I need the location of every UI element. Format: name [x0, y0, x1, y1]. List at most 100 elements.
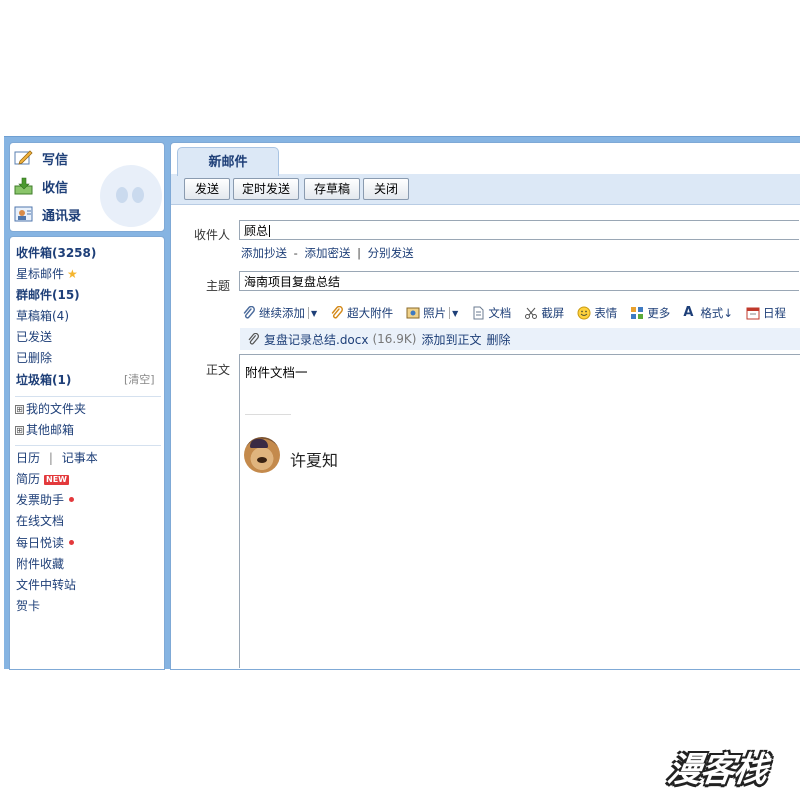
attachment-size: (16.9K): [372, 332, 417, 346]
folder-inbox[interactable]: 收件箱(3258): [16, 243, 96, 263]
close-button[interactable]: 关闭: [363, 178, 409, 200]
document-button[interactable]: 文档: [471, 305, 511, 321]
scheduled-send-button[interactable]: 定时发送: [233, 178, 299, 200]
chevron-down-icon[interactable]: ▼: [311, 309, 317, 318]
format-label: 格式↓: [700, 306, 733, 320]
notification-dot-icon: [69, 540, 75, 545]
tool-file-transfer[interactable]: 文件中转站: [16, 575, 76, 595]
emoji-label: 表情: [594, 306, 618, 320]
contacts-label: 通讯录: [42, 208, 82, 224]
link-separator: |: [357, 246, 361, 260]
receive-link[interactable]: 收信: [14, 174, 68, 198]
folder-starred[interactable]: 星标邮件 ★: [16, 264, 78, 284]
recipient-label: 收件人: [193, 228, 230, 242]
schedule-button[interactable]: 日程: [746, 305, 786, 321]
tool-invoice-label: 发票助手: [16, 493, 65, 507]
tool-greeting-card[interactable]: 贺卡: [16, 596, 40, 616]
recipient-value: 顾总: [244, 224, 269, 238]
tool-resume[interactable]: 简历 NEW: [16, 469, 69, 489]
expand-icon[interactable]: ⊞: [15, 426, 24, 435]
continue-add-button[interactable]: 继续添加 ▼: [242, 305, 317, 321]
tool-notebook[interactable]: 记事本: [62, 451, 98, 465]
recipient-options: 添加抄送 - 添加密送 | 分别发送: [241, 245, 414, 261]
contacts-link[interactable]: 通讯录: [14, 202, 81, 226]
tool-daily-read-label: 每日悦读: [16, 536, 65, 550]
separate-send-link[interactable]: 分别发送: [368, 246, 414, 260]
signature-divider: [245, 414, 291, 415]
body-text: 附件文档一: [245, 365, 308, 380]
subject-field[interactable]: 海南项目复盘总结: [239, 271, 799, 291]
document-label: 文档: [488, 306, 512, 320]
grid-icon: [630, 306, 644, 320]
link-separator: -: [293, 246, 298, 260]
folder-drafts[interactable]: 草稿箱(4): [16, 306, 69, 326]
tool-invoice[interactable]: 发票助手: [16, 490, 75, 510]
tool-attach-fav[interactable]: 附件收藏: [16, 554, 64, 574]
continue-add-label: 继续添加: [259, 306, 305, 320]
photo-button[interactable]: 照片 ▼: [406, 305, 458, 321]
more-label: 更多: [647, 306, 671, 320]
divider: [449, 307, 451, 319]
smiley-icon: [577, 306, 591, 320]
tool-calendar[interactable]: 日历: [16, 451, 40, 465]
qq-penguin-watermark-icon: [100, 165, 162, 227]
folder-deleted[interactable]: 已删除: [16, 348, 52, 368]
site-watermark: 漫客栈: [664, 750, 770, 790]
signature-name: 许夏知: [290, 451, 339, 470]
body-label: 正文: [205, 363, 230, 377]
save-draft-button[interactable]: 存草稿: [304, 178, 360, 200]
notification-dot-icon: [69, 497, 75, 502]
photo-label: 照片: [423, 306, 447, 320]
tab-new-mail[interactable]: 新邮件: [177, 147, 279, 176]
delete-attachment-link[interactable]: 删除: [486, 331, 510, 348]
compose-label: 写信: [42, 152, 69, 168]
add-bcc-link[interactable]: 添加密送: [304, 246, 350, 260]
paperclip-icon: [242, 305, 256, 320]
screenshot-label: 截屏: [541, 306, 565, 320]
group-my-folders[interactable]: ⊞ 我的文件夹: [15, 399, 86, 419]
divider: [15, 445, 161, 446]
scissors-icon: [524, 306, 538, 320]
photo-icon: [406, 306, 420, 320]
more-button[interactable]: 更多: [630, 305, 670, 321]
compose-link[interactable]: 写信: [14, 146, 68, 170]
body-editor[interactable]: 附件文档一: [239, 354, 800, 668]
add-to-body-link[interactable]: 添加到正文: [421, 331, 481, 348]
star-icon: ★: [67, 267, 78, 281]
folder-sent[interactable]: 已发送: [16, 327, 52, 347]
paperclip-icon: [247, 332, 260, 346]
add-cc-link[interactable]: 添加抄送: [241, 246, 287, 260]
group-other-mailboxes[interactable]: ⊞ 其他邮箱: [15, 420, 74, 440]
text-caret: [269, 225, 271, 237]
folder-starred-label: 星标邮件: [16, 267, 65, 281]
big-attachment-button[interactable]: 超大附件: [330, 305, 393, 321]
send-button[interactable]: 发送: [184, 178, 230, 200]
emoji-button[interactable]: 表情: [577, 305, 617, 321]
subject-label: 主题: [205, 279, 230, 293]
attachment-item: 复盘记录总结.docx (16.9K) 添加到正文 删除: [240, 328, 800, 350]
calendar-icon: [746, 306, 760, 320]
tool-resume-label: 简历: [16, 472, 41, 486]
folder-spam[interactable]: 垃圾箱(1): [16, 370, 71, 390]
contacts-icon: [14, 205, 36, 223]
paperclip-icon: [330, 305, 344, 320]
tool-daily-read[interactable]: 每日悦读: [16, 533, 75, 553]
group-my-folders-label: 我的文件夹: [26, 402, 87, 416]
screenshot-button[interactable]: 截屏: [524, 305, 564, 321]
folder-group-mail[interactable]: 群邮件(15): [16, 285, 80, 305]
recipient-field[interactable]: 顾总: [239, 220, 799, 240]
tool-online-docs[interactable]: 在线文档: [16, 511, 64, 531]
format-button[interactable]: A 格式↓: [683, 305, 733, 321]
expand-icon[interactable]: ⊞: [15, 405, 24, 414]
pencil-icon: [14, 149, 36, 167]
attachment-filename[interactable]: 复盘记录总结.docx: [264, 331, 368, 348]
new-badge: NEW: [44, 475, 69, 485]
avatar: [244, 437, 280, 473]
tool-row-calendar-notes: 日历 | 记事本: [16, 448, 98, 468]
big-attachment-label: 超大附件: [347, 306, 394, 320]
document-icon: [471, 306, 485, 320]
chevron-down-icon[interactable]: ▼: [452, 309, 458, 318]
tool-separator: |: [48, 451, 53, 465]
schedule-label: 日程: [762, 306, 786, 320]
subject-value: 海南项目复盘总结: [244, 275, 341, 289]
